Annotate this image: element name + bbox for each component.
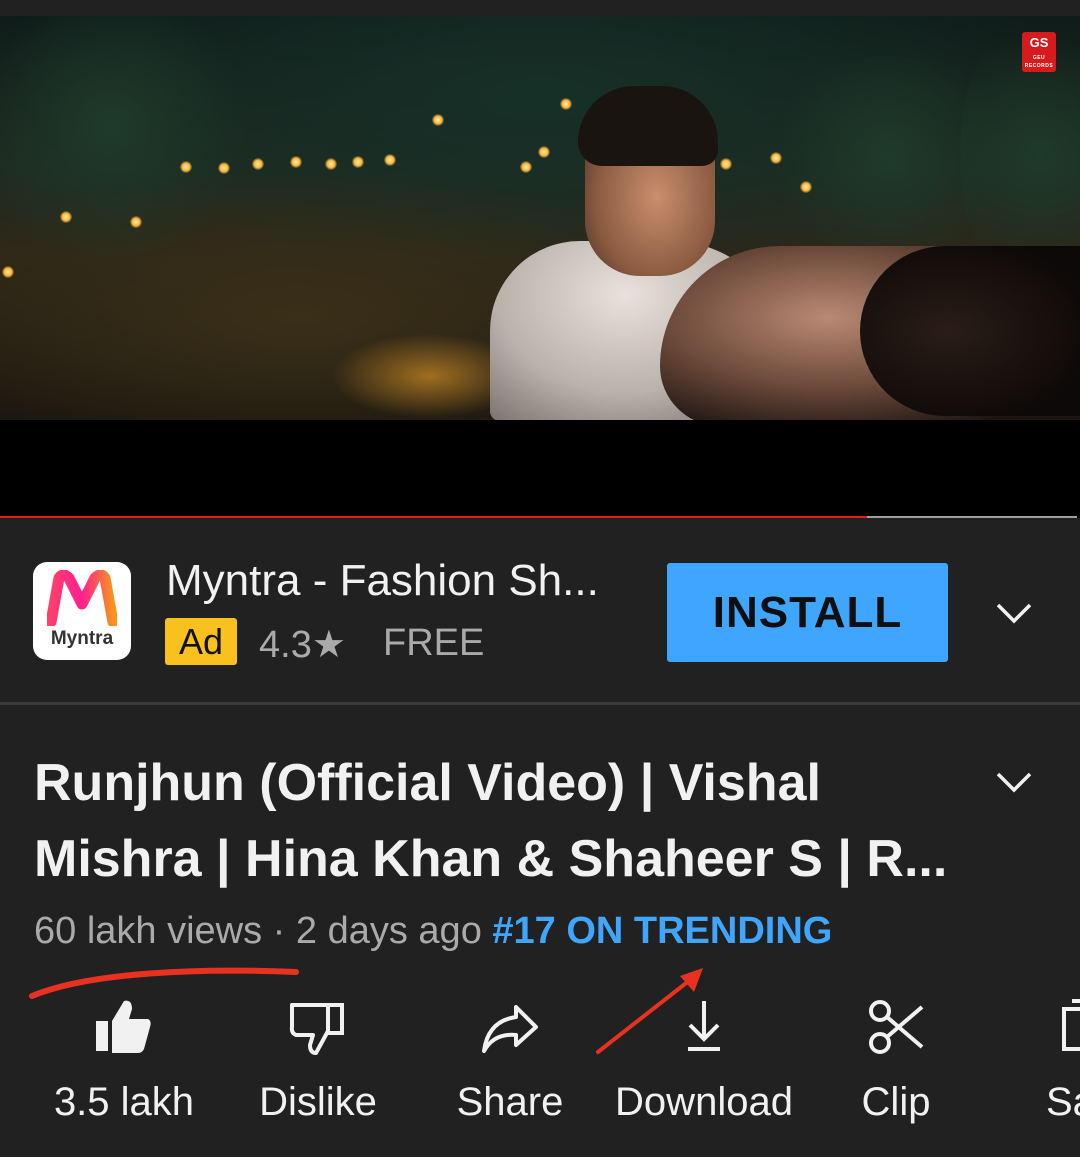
ad-expand-chevron-icon[interactable]	[995, 601, 1033, 625]
lamp-light	[352, 156, 364, 168]
ad-banner[interactable]: Myntra Myntra - Fashion Sh... Ad 4.3★ FR…	[0, 524, 1080, 702]
view-count: 60 lakh views	[34, 910, 263, 952]
lamp-light	[800, 181, 812, 193]
myntra-logo-icon	[47, 570, 117, 626]
meta-separator: ·	[262, 910, 296, 952]
underline-annotation	[29, 967, 299, 999]
trending-badge[interactable]: #17 ON TRENDING	[492, 910, 832, 952]
divider	[0, 702, 1080, 705]
lamp-light	[130, 216, 142, 228]
dislike-label: Dislike	[259, 1080, 377, 1124]
lamp-light	[384, 154, 396, 166]
status-bar	[0, 0, 1080, 16]
upload-age: 2 days ago	[295, 910, 482, 952]
lamp-light	[560, 98, 572, 110]
clip-label: Clip	[861, 1080, 931, 1124]
lamp-light	[290, 156, 302, 168]
lamp-light	[538, 146, 550, 158]
channel-logo-text: GS	[1029, 35, 1049, 50]
scissors-icon	[869, 1000, 924, 1054]
thumbs-up-icon	[96, 1000, 151, 1053]
lamp-light	[520, 161, 532, 173]
myntra-app-icon[interactable]: Myntra	[33, 562, 131, 660]
channel-logo-subtext: GEU RECORDS	[1024, 55, 1054, 69]
share-button[interactable]: Share	[430, 995, 590, 1135]
video-player[interactable]: GS GEU RECORDS	[0, 16, 1080, 518]
myntra-icon-label: Myntra	[50, 628, 114, 649]
person-hair-shape	[860, 246, 1080, 416]
ad-badge: Ad	[165, 618, 237, 665]
install-button[interactable]: INSTALL	[667, 563, 948, 662]
lamp-light	[770, 152, 782, 164]
video-progress-bar[interactable]	[0, 516, 1077, 518]
lamp-light	[180, 161, 192, 173]
lamp-light	[720, 158, 732, 170]
share-label: Share	[456, 1080, 564, 1124]
download-button[interactable]: Download	[604, 995, 804, 1135]
lamp-light	[432, 114, 444, 126]
ad-rating: 4.3★	[259, 624, 346, 666]
ad-price: FREE	[383, 622, 485, 664]
video-progress-fill	[0, 516, 867, 518]
video-title[interactable]: Runjhun (Official Video) | Vishal Mishra…	[34, 745, 964, 897]
arrow-annotation-head	[680, 968, 703, 992]
dislike-button[interactable]: Dislike	[238, 995, 398, 1135]
like-button[interactable]: 3.5 lakh	[44, 995, 204, 1135]
lamp-light	[60, 211, 72, 223]
lamp-light	[218, 162, 230, 174]
share-icon	[482, 1005, 538, 1053]
ad-title[interactable]: Myntra - Fashion Sh...	[166, 556, 599, 606]
person-hair-shape	[578, 86, 718, 166]
video-frame[interactable]: GS GEU RECORDS	[0, 16, 1080, 420]
video-metadata[interactable]: 60 lakh views · 2 days ago #17 ON TRENDI…	[34, 910, 832, 953]
channel-watermark-logo: GS GEU RECORDS	[1022, 32, 1056, 72]
description-expand-chevron-icon[interactable]	[995, 770, 1033, 794]
download-label: Download	[615, 1080, 793, 1124]
lamp-light	[2, 266, 14, 278]
thumbs-down-icon	[289, 1003, 344, 1055]
save-button[interactable]: Sa	[1040, 995, 1080, 1135]
download-icon	[688, 1001, 720, 1051]
save-label: Sa	[1046, 1080, 1080, 1124]
lamp-light	[252, 158, 264, 170]
lamp-light	[325, 158, 337, 170]
save-icon	[1062, 999, 1080, 1051]
like-count: 3.5 lakh	[53, 1080, 195, 1124]
clip-button[interactable]: Clip	[836, 995, 956, 1135]
